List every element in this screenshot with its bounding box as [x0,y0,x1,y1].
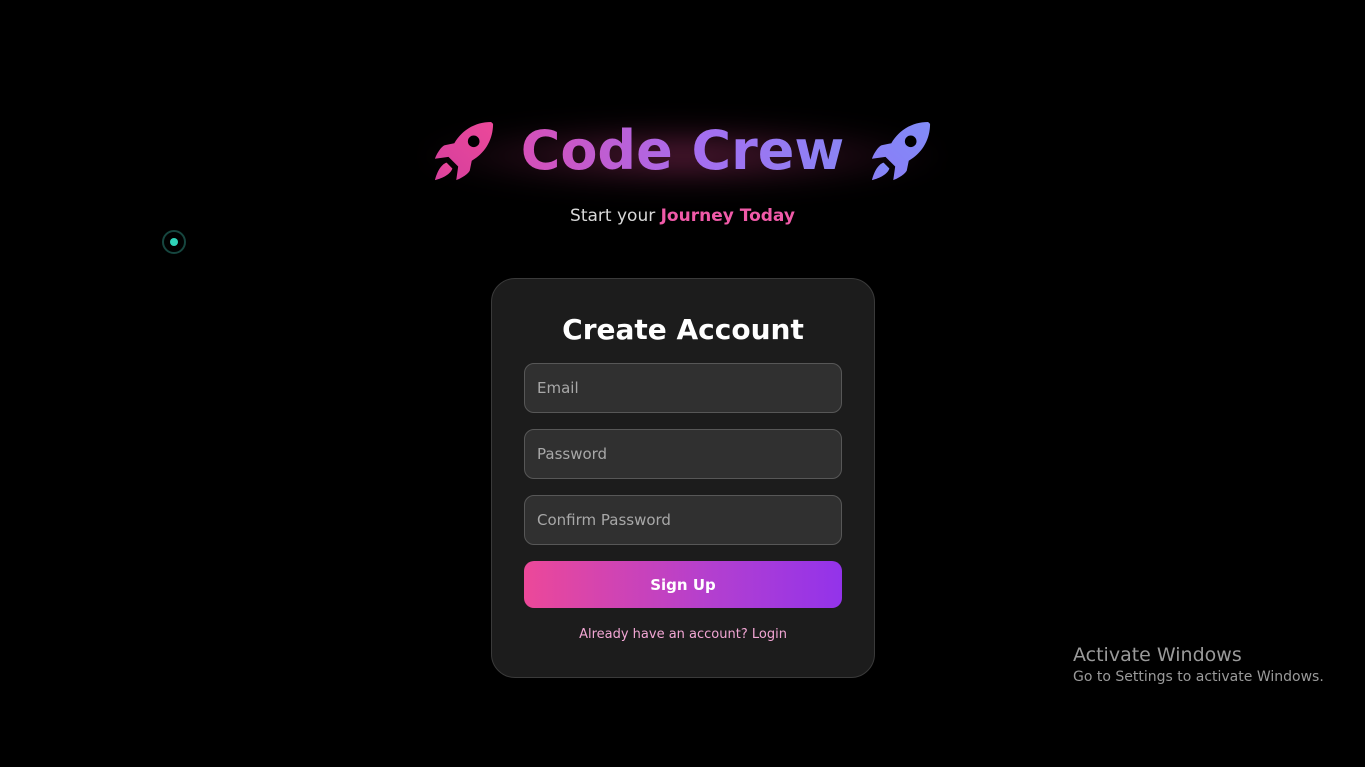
brand-header: Code Crew [0,120,1365,182]
tagline-prefix: Start your [570,206,661,226]
windows-activation-watermark: Activate Windows Go to Settings to activ… [1073,643,1324,687]
signup-button[interactable]: Sign Up [524,561,842,608]
login-link[interactable]: Already have an account? Login [524,627,842,642]
watermark-title: Activate Windows [1073,644,1242,666]
password-field[interactable] [524,429,842,479]
tagline: Start your Journey Today [0,206,1365,226]
cursor-indicator [162,230,186,254]
watermark-subtitle: Go to Settings to activate Windows. [1073,669,1324,685]
tagline-highlight: Journey Today [660,206,795,226]
rocket-icon [872,121,931,181]
brand-logo: Code Crew [433,120,933,182]
brand-title: Code Crew [520,119,845,182]
rocket-icon [434,121,493,181]
signup-page: Code Crew Start your Journey Today Creat… [0,0,1365,767]
confirm-password-field[interactable] [524,495,842,545]
signup-card: Create Account Sign Up Already have an a… [491,278,875,678]
form-title: Create Account [562,313,804,346]
cursor-dot-icon [170,238,178,246]
email-field[interactable] [524,363,842,413]
